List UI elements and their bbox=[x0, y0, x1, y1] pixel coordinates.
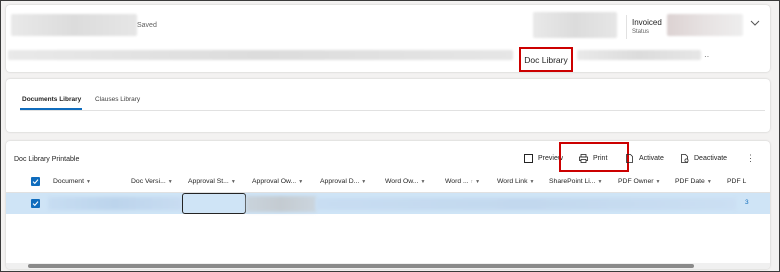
focused-cell[interactable] bbox=[182, 193, 246, 214]
chevron-down-icon: ▼ bbox=[230, 179, 236, 185]
doc-library-grid: Doc Library Printable Preview Print Acti… bbox=[6, 141, 770, 269]
header-field-redacted bbox=[533, 12, 617, 38]
chevron-down-icon: ▼ bbox=[529, 179, 535, 185]
chevron-down-icon: ▼ bbox=[85, 179, 91, 185]
chevron-down-icon[interactable] bbox=[750, 19, 760, 27]
row-cell-redacted-3 bbox=[316, 198, 736, 210]
select-all-checkbox[interactable] bbox=[31, 177, 40, 186]
form-tabs-redacted-2 bbox=[577, 50, 701, 60]
tabs-divider bbox=[20, 110, 765, 111]
row-trailing-value: 3 bbox=[745, 199, 749, 206]
column-document[interactable]: Document ▼ bbox=[53, 178, 91, 185]
chevron-down-icon: ▼ bbox=[167, 179, 173, 185]
form-tabs-redacted bbox=[8, 50, 513, 60]
chevron-down-icon: ▼ bbox=[420, 179, 426, 185]
deactivate-button[interactable]: Deactivate bbox=[680, 154, 727, 163]
column-approval-date[interactable]: Approval D... ▼ bbox=[320, 178, 366, 185]
sort-up-icon: ↑ bbox=[470, 179, 474, 185]
row-cell-redacted-2 bbox=[246, 196, 316, 212]
checkmark-icon bbox=[32, 179, 39, 185]
save-status: Saved bbox=[137, 22, 157, 29]
document-block-icon bbox=[681, 154, 689, 163]
column-pdf-link[interactable]: PDF L bbox=[727, 178, 746, 185]
deactivate-label: Deactivate bbox=[694, 155, 728, 162]
record-header: Saved Invoiced Status ·· Doc Library bbox=[6, 5, 770, 72]
more-commands-icon[interactable]: ⋮ bbox=[746, 153, 755, 164]
chevron-down-icon: ▼ bbox=[475, 179, 481, 185]
column-word-date[interactable]: Word ... ↑ ▼ bbox=[445, 178, 480, 185]
column-sharepoint-link[interactable]: SharePoint Li... ▼ bbox=[549, 178, 602, 185]
grid-title: Doc Library Printable bbox=[14, 156, 80, 163]
print-highlight bbox=[559, 142, 629, 172]
chevron-down-icon: ▼ bbox=[597, 179, 603, 185]
status-field: Invoiced Status bbox=[632, 18, 662, 35]
status-label: Status bbox=[632, 29, 650, 35]
column-word-link[interactable]: Word Link ▼ bbox=[497, 178, 534, 185]
chevron-down-icon: ▼ bbox=[298, 179, 304, 185]
tab-documents-library[interactable]: Documents Library bbox=[22, 96, 81, 103]
row-checkbox[interactable] bbox=[31, 199, 40, 208]
column-approval-owner[interactable]: Approval Ow... ▼ bbox=[252, 178, 303, 185]
chevron-down-icon: ▼ bbox=[361, 179, 367, 185]
tab-clauses-library[interactable]: Clauses Library bbox=[95, 96, 140, 103]
header-divider bbox=[626, 15, 627, 39]
preview-icon bbox=[524, 154, 533, 163]
tab-doc-library-label: Doc Library bbox=[524, 54, 568, 65]
column-approval-status[interactable]: Approval St... ▼ bbox=[188, 178, 236, 185]
activate-label: Activate bbox=[639, 155, 664, 162]
record-title-redacted bbox=[11, 14, 137, 36]
chevron-down-icon: ▼ bbox=[706, 179, 712, 185]
status-value: Invoiced bbox=[632, 18, 662, 27]
owner-field-redacted bbox=[667, 14, 743, 36]
row-cell-redacted bbox=[48, 197, 182, 210]
column-word-owner[interactable]: Word Ow... ▼ bbox=[385, 178, 425, 185]
column-doc-version[interactable]: Doc Versi... ▼ bbox=[131, 178, 173, 185]
tab-doc-library[interactable]: Doc Library bbox=[519, 47, 573, 72]
app-window: Saved Invoiced Status ·· Doc Library Doc… bbox=[0, 0, 780, 272]
document-icon bbox=[626, 154, 633, 163]
preview-button[interactable]: Preview bbox=[524, 154, 563, 163]
library-tabs-card: Documents Library Clauses Library bbox=[6, 79, 770, 132]
chevron-down-icon: ▼ bbox=[655, 179, 661, 185]
checkmark-icon bbox=[32, 201, 39, 207]
column-pdf-date[interactable]: PDF Date ▼ bbox=[675, 178, 712, 185]
more-tabs-icon[interactable]: ·· bbox=[704, 52, 709, 61]
column-pdf-owner[interactable]: PDF Owner ▼ bbox=[618, 178, 660, 185]
activate-button[interactable]: Activate bbox=[625, 154, 664, 163]
horizontal-scrollbar-thumb[interactable] bbox=[28, 264, 694, 268]
